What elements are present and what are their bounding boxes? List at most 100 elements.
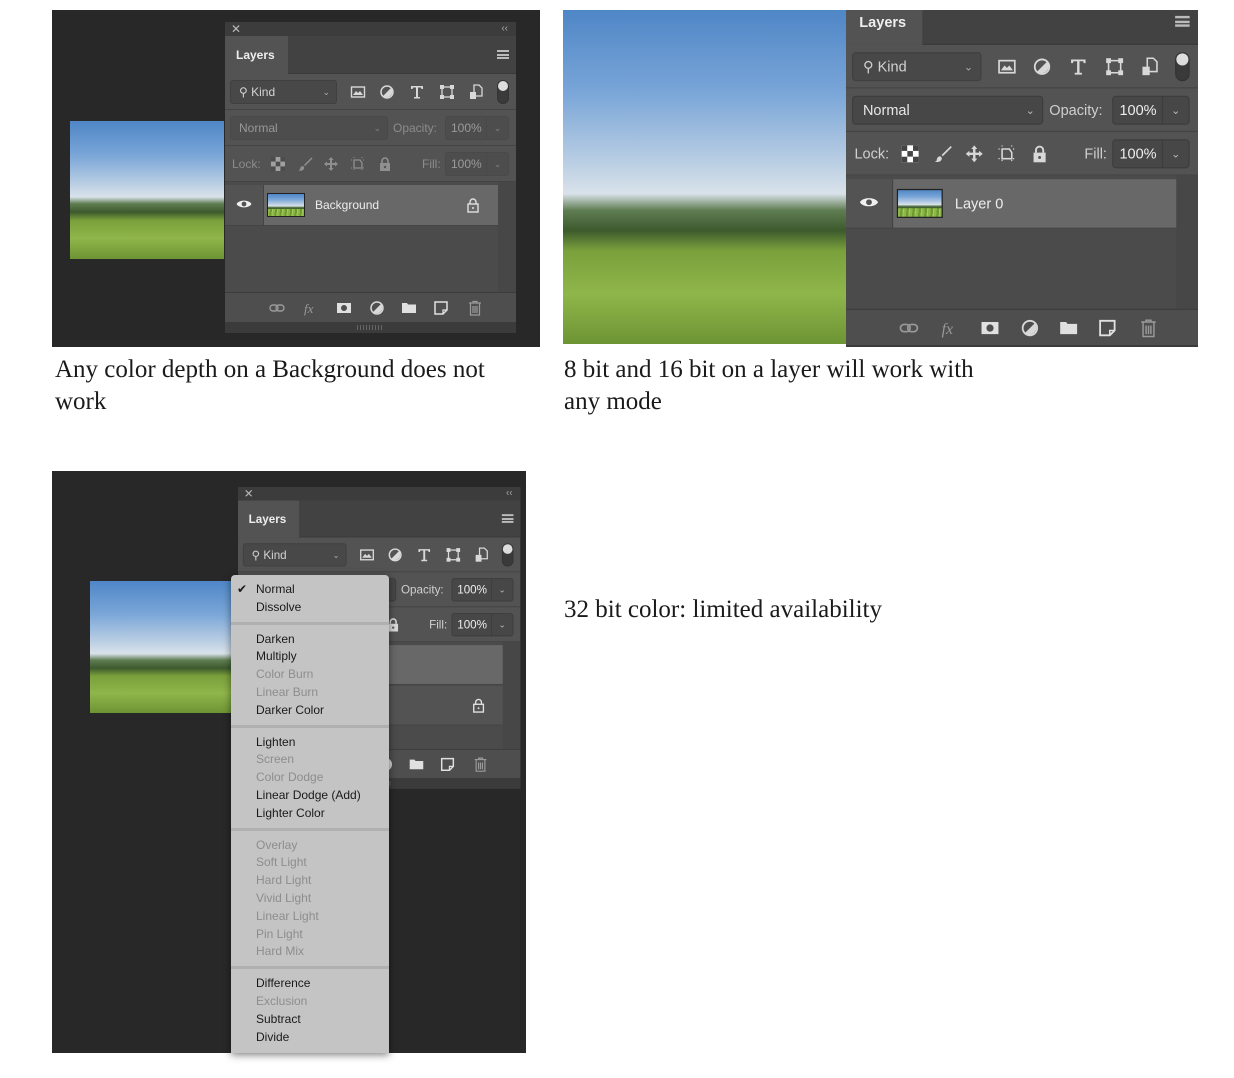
collapse-icon[interactable]: ‹‹ — [501, 22, 508, 36]
link-layers-icon[interactable] — [268, 299, 286, 317]
menu-item[interactable]: Linear Dodge (Add) — [231, 787, 389, 805]
type-filter-icon[interactable] — [416, 546, 433, 563]
tab-layers[interactable]: Layers — [846, 10, 923, 45]
menu-item[interactable]: Multiply — [231, 648, 389, 666]
chevron-down-icon[interactable]: ⌄ — [1161, 96, 1189, 124]
opacity-value[interactable]: 100% — [457, 579, 487, 600]
opacity-field[interactable]: 100% ⌄ — [445, 116, 509, 140]
lock-artboard-icon[interactable] — [996, 143, 1018, 165]
smart-object-filter-icon[interactable] — [467, 83, 485, 101]
lock-transparent-pixels-icon[interactable] — [899, 143, 921, 165]
scrollbar[interactable] — [498, 182, 516, 292]
adjustment-filter-icon[interactable] — [378, 83, 396, 101]
layer-name[interactable]: Layer 0 — [955, 195, 1003, 212]
smart-object-filter-icon[interactable] — [1139, 56, 1161, 78]
eye-icon[interactable] — [236, 198, 252, 208]
layer-name[interactable]: Background — [315, 198, 379, 212]
link-layers-icon[interactable] — [898, 317, 920, 339]
new-group-icon[interactable] — [1058, 317, 1080, 339]
adjustment-layer-icon[interactable] — [368, 299, 386, 317]
tab-layers[interactable]: Layers — [225, 36, 288, 74]
scrollbar[interactable] — [502, 642, 521, 749]
filter-kind-dropdown[interactable]: ⚲ Kind ⌄ — [242, 543, 347, 567]
lock-transparent-pixels-icon[interactable] — [269, 155, 287, 173]
menu-item[interactable]: Lighten — [231, 734, 389, 752]
new-layer-icon[interactable] — [432, 299, 450, 317]
layer-lock-icon[interactable] — [470, 697, 487, 714]
lock-position-icon[interactable] — [322, 155, 340, 173]
trash-icon[interactable] — [472, 756, 489, 773]
image-filter-icon[interactable] — [349, 83, 367, 101]
menu-item[interactable]: Subtract — [231, 1011, 389, 1029]
opacity-field[interactable]: 100% ⌄ — [451, 578, 514, 602]
chevron-down-icon[interactable]: ⌄ — [491, 579, 512, 601]
filter-kind-dropdown[interactable]: ⚲ Kind ⌄ — [852, 52, 982, 82]
image-filter-icon[interactable] — [996, 56, 1018, 78]
fx-icon[interactable]: fx — [939, 317, 961, 339]
opacity-field[interactable]: 100% ⌄ — [1112, 95, 1190, 125]
new-group-icon[interactable] — [408, 756, 425, 773]
type-filter-icon[interactable] — [1067, 56, 1089, 78]
lock-all-icon[interactable] — [376, 155, 394, 173]
menu-item[interactable]: Darken — [231, 631, 389, 649]
add-mask-icon[interactable] — [335, 299, 353, 317]
scrollbar[interactable] — [1176, 175, 1198, 309]
close-icon[interactable]: ✕ — [244, 487, 254, 501]
shape-filter-icon[interactable] — [1104, 56, 1126, 78]
adjustment-layer-icon[interactable] — [1019, 317, 1041, 339]
collapse-icon[interactable]: ‹‹ — [506, 487, 512, 501]
fill-field[interactable]: 100% ⌄ — [1112, 139, 1190, 169]
filter-toggle[interactable] — [501, 543, 514, 567]
chevron-down-icon[interactable]: ⌄ — [1161, 140, 1189, 168]
layer-lock-icon[interactable] — [464, 196, 482, 214]
filter-kind-dropdown[interactable]: ⚲ Kind ⌄ — [230, 80, 337, 104]
image-filter-icon[interactable] — [358, 546, 375, 563]
fill-value[interactable]: 100% — [457, 614, 487, 635]
type-filter-icon[interactable] — [408, 83, 426, 101]
adjustment-filter-icon[interactable] — [1031, 56, 1053, 78]
layer-row[interactable]: Background — [225, 185, 498, 226]
menu-item[interactable]: Difference — [231, 975, 389, 993]
fill-value[interactable]: 100% — [451, 153, 482, 175]
panel-menu-icon[interactable] — [1175, 15, 1190, 27]
fx-icon[interactable]: fx — [302, 299, 320, 317]
smart-object-filter-icon[interactable] — [473, 546, 490, 563]
new-group-icon[interactable] — [400, 299, 418, 317]
resize-grip[interactable] — [846, 345, 1198, 347]
chevron-down-icon[interactable]: ⌄ — [486, 117, 508, 139]
fill-field[interactable]: 100% ⌄ — [451, 613, 514, 637]
menu-item[interactable]: Dissolve — [231, 599, 389, 617]
menu-item[interactable]: Divide — [231, 1029, 389, 1047]
fill-value[interactable]: 100% — [1119, 141, 1156, 168]
new-layer-icon[interactable] — [439, 756, 456, 773]
filter-toggle[interactable] — [1175, 52, 1190, 82]
shape-filter-icon[interactable] — [438, 83, 456, 101]
add-mask-icon[interactable] — [979, 317, 1001, 339]
menu-item[interactable]: ✔ Normal — [231, 581, 389, 599]
blend-mode-dropdown[interactable]: Normal ⌄ — [852, 95, 1044, 125]
menu-item[interactable]: Lighter Color — [231, 805, 389, 823]
filter-toggle[interactable] — [497, 80, 509, 104]
resize-grip[interactable] — [225, 322, 516, 333]
panel-menu-icon[interactable] — [497, 50, 509, 59]
chevron-down-icon[interactable]: ⌄ — [491, 614, 512, 636]
lock-image-pixels-icon[interactable] — [932, 143, 954, 165]
tab-layers[interactable]: Layers — [238, 500, 300, 538]
blend-mode-dropdown[interactable]: Normal ⌄ — [230, 116, 388, 140]
close-icon[interactable]: ✕ — [231, 22, 241, 36]
trash-icon[interactable] — [1138, 317, 1160, 339]
lock-position-icon[interactable] — [963, 143, 985, 165]
opacity-value[interactable]: 100% — [1119, 97, 1156, 124]
lock-artboard-icon[interactable] — [349, 155, 367, 173]
new-layer-icon[interactable] — [1096, 317, 1118, 339]
lock-image-pixels-icon[interactable] — [296, 155, 314, 173]
shape-filter-icon[interactable] — [445, 546, 462, 563]
trash-icon[interactable] — [466, 299, 484, 317]
lock-all-icon[interactable] — [1029, 143, 1051, 165]
opacity-value[interactable]: 100% — [451, 117, 482, 139]
layer-row[interactable]: Layer 0 — [846, 179, 1177, 229]
adjustment-filter-icon[interactable] — [386, 546, 403, 563]
eye-icon[interactable] — [859, 195, 879, 207]
fill-field[interactable]: 100% ⌄ — [445, 152, 509, 176]
panel-menu-icon[interactable] — [501, 514, 514, 523]
